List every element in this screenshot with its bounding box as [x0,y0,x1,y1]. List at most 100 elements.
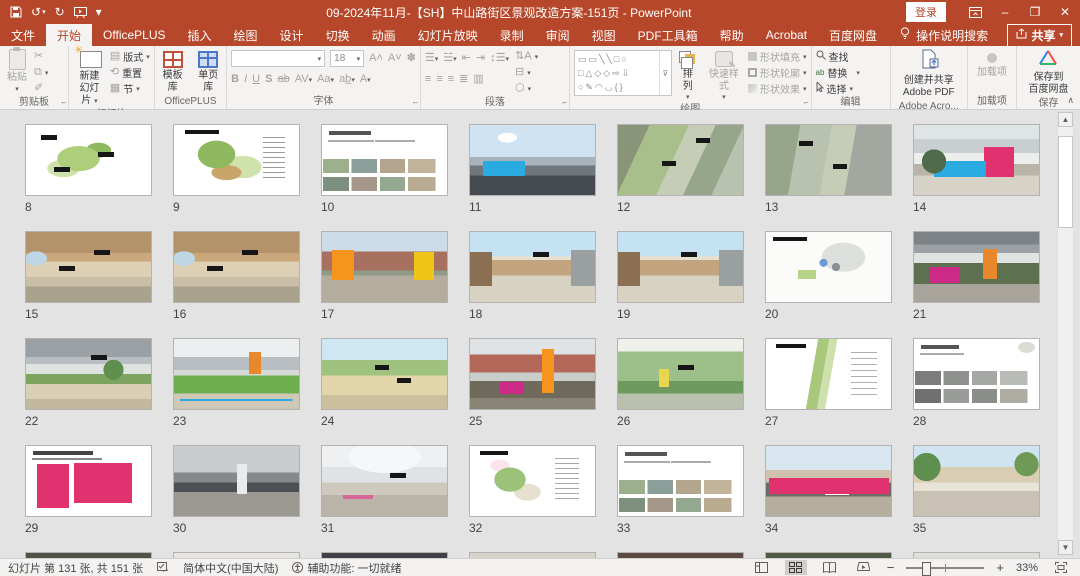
tab-幻灯片放映[interactable]: 幻灯片放映 [407,24,489,46]
slide-thumbnail-30[interactable] [173,445,300,517]
normal-view-button[interactable] [751,560,773,575]
slide-thumbnail-15[interactable] [25,231,152,303]
redo-button[interactable]: ↻ [55,6,65,18]
save-icon[interactable] [10,6,22,18]
customize-qat-button[interactable]: ▾ [96,6,102,18]
convert-smartart-button[interactable]: ⬡ ▾ [515,81,538,96]
slide-thumbnail-partial-7[interactable] [913,552,1040,558]
scroll-down-icon[interactable]: ▼ [1058,540,1073,555]
increase-indent-button[interactable]: ⇥ [476,53,485,64]
zoom-in-button[interactable]: + [996,561,1004,574]
slide-thumbnail-partial-4[interactable] [469,552,596,558]
slide-thumbnail-19[interactable] [617,231,744,303]
slide-thumbnail-32[interactable] [469,445,596,517]
underline-button[interactable]: U [252,74,260,85]
slideshow-view-button[interactable] [853,560,875,575]
tab-插入[interactable]: 插入 [177,24,223,46]
restore-button[interactable]: ❐ [1020,0,1050,24]
slide-thumbnail-28[interactable] [913,338,1040,410]
tab-视图[interactable]: 视图 [581,24,627,46]
tab-设计[interactable]: 设计 [269,24,315,46]
tab-审阅[interactable]: 审阅 [535,24,581,46]
font-color-button[interactable]: A▾ [360,74,371,85]
reading-view-button[interactable] [819,560,841,575]
shape-outline-button[interactable]: 形状轮廓 ▾ [747,65,807,80]
align-center-button[interactable]: ≡ [436,74,442,85]
slide-thumbnail-13[interactable] [765,124,892,196]
font-dialog-launcher[interactable]: ⌐ [413,99,418,107]
tell-me-search[interactable]: 操作说明搜索 [888,24,1000,46]
align-left-button[interactable]: ≡ [425,74,431,85]
slide-thumbnail-27[interactable] [765,338,892,410]
spellcheck-status[interactable] [157,562,169,573]
slide-thumbnail-17[interactable] [321,231,448,303]
slide-thumbnail-33[interactable] [617,445,744,517]
slide-thumbnail-26[interactable] [617,338,744,410]
single-page-library-button[interactable]: 单页库 [194,48,222,94]
slide-counter[interactable]: 幻灯片 第 131 张, 共 151 张 [8,560,143,576]
numbering-button[interactable]: ☱▾ [443,53,456,64]
addins-button[interactable]: 加载项 [974,48,1010,80]
tab-切换[interactable]: 切换 [315,24,361,46]
bold-button[interactable]: B [231,74,239,85]
slide-thumbnail-23[interactable] [173,338,300,410]
increase-font-icon[interactable]: A˄ [369,53,383,64]
slide-thumbnail-partial-6[interactable] [765,552,892,558]
format-painter-button[interactable]: ✐ [34,81,48,96]
line-spacing-button[interactable]: ↕☰▾ [490,53,509,64]
slide-thumbnail-34[interactable] [765,445,892,517]
slide-thumbnail-8[interactable] [25,124,152,196]
strikethrough-button[interactable]: ab [277,74,289,85]
scroll-up-icon[interactable]: ▲ [1058,112,1073,127]
zoom-slider-handle[interactable] [921,561,931,576]
align-text-button[interactable]: ⊟ ▾ [515,65,538,80]
undo-button[interactable]: ↺ ▾ [31,6,46,18]
paragraph-dialog-launcher[interactable]: ⌐ [562,99,567,107]
shapes-gallery-more-icon[interactable]: ⊽ [658,51,671,95]
slide-thumbnail-16[interactable] [173,231,300,303]
zoom-level[interactable]: 33% [1016,562,1038,574]
cut-button[interactable]: ✂ [34,49,48,64]
slide-thumbnail-22[interactable] [25,338,152,410]
replace-button[interactable]: ab 替换 ▾ [816,65,886,80]
highlight-color-button[interactable]: ab̲▾ [339,74,355,85]
copy-button[interactable]: ⧉ ▾ [34,65,48,80]
tab-百度网盘[interactable]: 百度网盘 [818,24,888,46]
shapes-gallery[interactable]: ▭▭╲╲□○ □△◇◇⇨⇩ ○✎◠◡{} ⊽ [573,50,672,96]
collapse-ribbon-icon[interactable]: ∧ [1067,95,1074,106]
slide-thumbnail-14[interactable] [913,124,1040,196]
share-button[interactable]: 共享 ▾ [1007,23,1072,47]
slide-thumbnail-25[interactable] [469,338,596,410]
columns-button[interactable]: ▥ [473,74,483,85]
vertical-scrollbar[interactable]: ▲ ▼ [1057,111,1074,556]
tab-动画[interactable]: 动画 [361,24,407,46]
create-share-adobe-pdf-button[interactable]: 创建并共享 Adobe PDF [900,48,958,100]
shape-fill-button[interactable]: 形状填充 ▾ [747,49,807,64]
slide-thumbnail-partial-1[interactable] [25,552,152,558]
tab-文件[interactable]: 文件 [0,24,46,46]
template-library-button[interactable]: 模板库 [159,48,187,94]
slide-thumbnail-29[interactable] [25,445,152,517]
fit-to-window-button[interactable] [1050,560,1072,575]
tab-绘图[interactable]: 绘图 [223,24,269,46]
slide-thumbnail-20[interactable] [765,231,892,303]
accessibility-status[interactable]: 辅助功能: 一切就绪 [292,560,402,576]
clipboard-dialog-launcher[interactable]: ⌐ [61,99,66,107]
slide-thumbnail-21[interactable] [913,231,1040,303]
slide-thumbnail-31[interactable] [321,445,448,517]
font-name-combo[interactable]: ▾ [231,50,326,67]
decrease-font-icon[interactable]: A˅ [388,53,402,64]
slide-thumbnail-9[interactable] [173,124,300,196]
layout-button[interactable]: ▤ 版式 ▾ [110,49,150,65]
tab-PDF工具箱[interactable]: PDF工具箱 [627,24,709,46]
save-to-baidu-netdisk-button[interactable]: 保存到 百度网盘 [1025,48,1071,97]
zoom-out-button[interactable]: − [887,561,895,574]
slide-thumbnail-10[interactable] [321,124,448,196]
arrange-button[interactable]: 排列 ▾ [676,48,700,103]
section-button[interactable]: ▦ 节 ▾ [110,81,150,97]
italic-button[interactable]: I [244,74,247,85]
character-spacing-button[interactable]: AV▾ [295,74,312,85]
tab-Acrobat[interactable]: Acrobat [755,24,818,46]
clear-formatting-icon[interactable]: ✽ [407,53,416,64]
change-case-button[interactable]: Aa▾ [317,74,334,85]
